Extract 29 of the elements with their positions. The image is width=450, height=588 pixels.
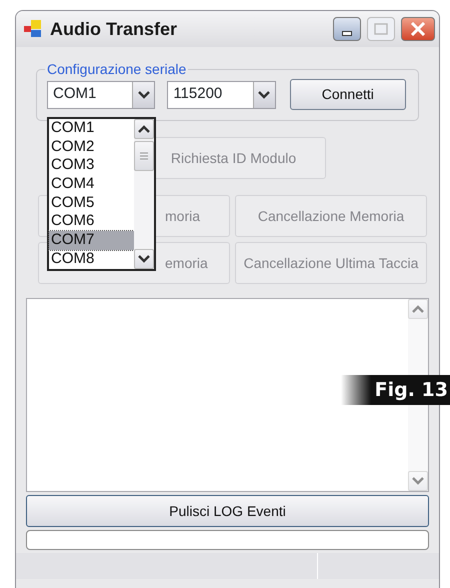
clear-log-button[interactable]: Pulisci LOG Eventi: [26, 495, 429, 527]
dropdown-option[interactable]: COM7: [49, 231, 134, 250]
dropdown-option[interactable]: COM6: [49, 212, 134, 232]
minimize-button[interactable]: [333, 17, 361, 41]
group-title: Configurazione seriale: [46, 61, 188, 77]
dropdown-option[interactable]: COM1: [49, 119, 134, 138]
scrollbar[interactable]: [134, 119, 154, 269]
scroll-thumb[interactable]: [134, 141, 154, 171]
figure-label: Fig. 13: [340, 375, 450, 405]
chevron-down-icon: [138, 90, 150, 98]
chevron-down-icon: [138, 255, 150, 263]
close-button[interactable]: [401, 17, 435, 41]
app-icon: [24, 20, 44, 38]
chevron-up-icon: [412, 305, 424, 313]
chevron-down-icon: [258, 90, 270, 98]
close-icon: [410, 22, 426, 36]
chevron-up-icon: [138, 125, 150, 133]
minimize-icon: [342, 30, 352, 36]
dropdown[interactable]: COM1: [47, 80, 156, 108]
dropdown-option[interactable]: COM8: [49, 250, 134, 268]
window-title: Audio Transfer: [50, 18, 178, 40]
dropdown[interactable]: 115200: [167, 80, 276, 108]
maximize-icon: [374, 23, 388, 35]
dropdown-option[interactable]: COM3: [49, 156, 134, 176]
dropdown-option[interactable]: COM2: [49, 138, 134, 156]
connect-button[interactable]: Connetti: [290, 79, 406, 110]
dropdown-option[interactable]: COM5: [49, 194, 134, 212]
dropdown-option[interactable]: COM4: [49, 175, 134, 194]
chevron-down-icon: [412, 477, 424, 485]
